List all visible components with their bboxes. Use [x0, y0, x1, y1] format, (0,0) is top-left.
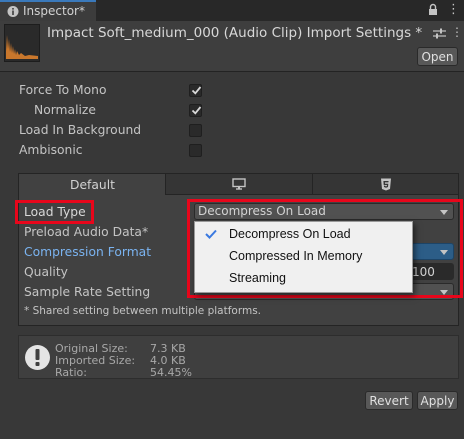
inspector-tab[interactable]: Inspector* [0, 0, 96, 21]
kebab-icon[interactable]: ⋮ [451, 25, 463, 39]
revert-button[interactable]: Revert [365, 391, 413, 410]
sample-rate-setting-label: Sample Rate Setting [24, 285, 151, 299]
popup-item-label: Compressed In Memory [229, 249, 363, 263]
preload-audio-data-label: Preload Audio Data* [24, 225, 149, 239]
shared-setting-note: * Shared setting between multiple platfo… [24, 305, 262, 317]
html5-icon [381, 178, 391, 191]
compression-format-label: Compression Format [24, 245, 152, 259]
preset-icon[interactable] [433, 28, 446, 39]
force-to-mono-label: Force To Mono [19, 83, 107, 97]
tab-default-label: Default [70, 178, 115, 192]
monitor-icon [232, 178, 246, 190]
revert-button-label: Revert [369, 394, 409, 408]
tab-webgl[interactable] [312, 173, 459, 195]
load-type-label-highlight [15, 200, 94, 224]
open-button-label: Open [421, 50, 454, 64]
popup-item-label: Decompress On Load [229, 227, 351, 241]
popup-item-label: Streaming [229, 271, 286, 285]
info-icon [25, 345, 50, 370]
popup-item-streaming[interactable]: Streaming [195, 267, 412, 289]
load-type-popup-menu: Decompress On Load Compressed In Memory … [194, 221, 413, 293]
asset-title: Impact Soft_medium_000 (Audio Clip) Impo… [47, 25, 423, 41]
popup-item-compressed-in-memory[interactable]: Compressed In Memory [195, 245, 412, 267]
ratio-value: 54.45% [150, 366, 192, 379]
kebab-icon[interactable]: ⋮ [447, 2, 460, 17]
audio-waveform-thumbnail [4, 24, 40, 62]
quality-label: Quality [24, 265, 68, 279]
popup-item-decompress-on-load[interactable]: Decompress On Load [195, 223, 412, 245]
load-in-background-checkbox[interactable] [189, 124, 202, 137]
checkmark-icon [191, 86, 202, 95]
ambisonic-checkbox[interactable] [189, 144, 202, 157]
open-button[interactable]: Open [417, 47, 458, 66]
tab-standalone[interactable] [165, 173, 313, 195]
checkmark-icon [191, 106, 202, 115]
apply-button[interactable]: Apply [417, 391, 458, 410]
force-to-mono-checkbox[interactable] [189, 84, 202, 97]
ambisonic-label: Ambisonic [19, 143, 83, 157]
apply-button-label: Apply [420, 394, 455, 408]
lock-icon[interactable] [428, 3, 438, 16]
ratio-label: Ratio: [55, 366, 87, 379]
tab-default[interactable]: Default [18, 173, 166, 195]
load-in-background-label: Load In Background [19, 123, 142, 137]
normalize-label: Normalize [34, 103, 96, 117]
inspector-tab-label: Inspector* [23, 4, 85, 18]
checkmark-icon [205, 229, 217, 239]
normalize-checkbox[interactable] [189, 104, 202, 117]
info-icon [7, 6, 19, 17]
